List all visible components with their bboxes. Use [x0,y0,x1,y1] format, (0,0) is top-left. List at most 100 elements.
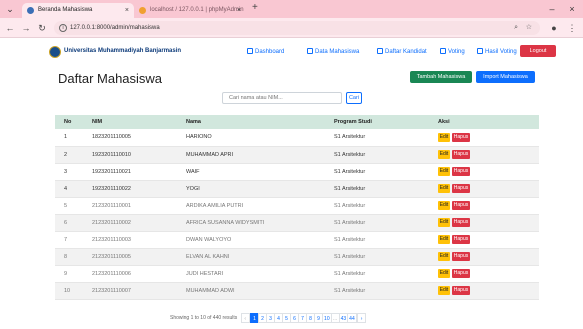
nav-link-hasil-voting[interactable]: Hasil Voting [477,48,517,55]
cell-no: 1 [55,129,83,147]
edit-button[interactable]: Edit [438,235,450,244]
cell-actions: Edit Hapus [429,129,539,147]
cell-nim: 2123201110005 [83,248,177,266]
minimize-icon[interactable]: – [546,3,558,15]
back-icon[interactable]: ← [4,22,16,34]
tab-close-icon[interactable]: × [237,3,241,18]
delete-button[interactable]: Hapus [452,269,470,278]
nav-link-voting[interactable]: Voting [440,48,465,55]
cell-nama: MUHAMMAD APRI [177,146,325,164]
edit-button[interactable]: Edit [438,184,450,193]
table-row: 3 1923201110021 WAIF S1 Arsitektur Edit Hapus [55,163,539,181]
close-window-icon[interactable]: × [566,3,578,15]
table-row: 1 1823201110005 HARIONO S1 Arsitektur Edit Ha… [55,129,539,147]
delete-button[interactable]: Hapus [452,150,470,159]
table-row: 8 2123201110005 ELVAN AL KAHNI S1 Arsitektu… [55,248,539,266]
cell-actions: Edit Hapus [429,180,539,198]
cell-prodi: S1 Arsitektur [325,248,429,266]
nav-link-data-mahasiswa[interactable]: Data Mahasiswa [307,48,359,55]
cell-prodi: S1 Arsitektur [325,214,429,232]
nav-link-daftar-kandidat[interactable]: Daftar Kandidat [377,48,427,55]
browser-tab-inactive[interactable]: localhost / 127.0.0.1 | phpMyAdmin × [134,3,246,18]
cell-no: 10 [55,282,83,300]
search-input[interactable] [222,92,342,104]
cell-no: 8 [55,248,83,266]
nav-link-dashboard[interactable]: Dashboard [247,48,284,55]
delete-button[interactable]: Hapus [452,252,470,261]
pagination-page[interactable]: 44 [347,313,357,323]
tab-search-icon[interactable]: ⌄ [4,3,16,15]
menu-kebab-icon[interactable]: ⋮ [566,22,578,34]
cell-actions: Edit Hapus [429,163,539,181]
cell-no: 4 [55,180,83,198]
site-info-icon[interactable]: i [59,24,67,32]
forward-icon[interactable]: → [20,22,32,34]
profile-icon[interactable]: ● [548,22,560,34]
delete-button[interactable]: Hapus [452,167,470,176]
chart-icon [477,48,483,54]
cell-nama: HARIONO [177,129,325,147]
delete-button[interactable]: Hapus [452,286,470,295]
bookmark-star-icon[interactable]: ☆ [526,21,532,35]
column-header-aksi: Aksi [429,115,539,129]
delete-button[interactable]: Hapus [452,184,470,193]
edit-button[interactable]: Edit [438,252,450,261]
cell-prodi: S1 Arsitektur [325,231,429,249]
favicon-icon [139,7,146,14]
cell-no: 5 [55,197,83,215]
tab-close-icon[interactable]: × [125,3,129,18]
cell-nama: MUHAMMAD ADWI [177,282,325,300]
tab-title: Beranda Mahasiswa [38,7,93,13]
table-row: 6 2123201110002 AFRICA SUSANNA WIDYSMITI S1… [55,214,539,232]
delete-button[interactable]: Hapus [452,218,470,227]
zoom-icon[interactable]: ⌕ [514,21,518,35]
logout-button[interactable]: Logout [520,45,556,57]
cell-prodi: S1 Arsitektur [325,146,429,164]
edit-button[interactable]: Edit [438,167,450,176]
url-text: 127.0.0.1:8000/admin/mahasiswa [70,25,160,31]
pagination-prev[interactable]: ‹ [240,313,250,323]
edit-button[interactable]: Edit [438,269,450,278]
import-student-button[interactable]: Import Mahasiswa [476,71,535,83]
cell-actions: Edit Hapus [429,282,539,300]
table-header-row: No NIM Nama Program Studi Aksi [55,115,539,129]
search-button[interactable]: Cari [346,92,362,104]
url-bar[interactable]: i 127.0.0.1:8000/admin/mahasiswa ⌕ ☆ [54,21,540,35]
university-logo-icon[interactable] [49,46,61,58]
browser-tab-bar: ⌄ Beranda Mahasiswa × localhost / 127.0.… [0,0,583,18]
cell-prodi: S1 Arsitektur [325,163,429,181]
pagination: Showing 1 to 10 of 440 results ‹ 1234567… [170,313,367,324]
cell-actions: Edit Hapus [429,248,539,266]
add-student-button[interactable]: Tambah Mahasiswa [410,71,472,83]
delete-button[interactable]: Hapus [452,132,470,142]
favicon-icon [27,7,34,14]
brand-name[interactable]: Universitas Muhammadiyah Banjarmasin [64,48,181,54]
delete-button[interactable]: Hapus [452,235,470,244]
cell-nim: 2123201110007 [83,282,177,300]
cell-no: 2 [55,146,83,164]
browser-tab-active[interactable]: Beranda Mahasiswa × [22,3,134,18]
page-title: Daftar Mahasiswa [58,71,163,86]
cell-nama: WAIF [177,163,325,181]
cell-nama: ELVAN AL KAHNI [177,248,325,266]
edit-button[interactable]: Edit [438,286,450,295]
new-tab-icon[interactable]: + [252,2,258,13]
pagination-next[interactable]: › [357,313,367,323]
edit-button[interactable]: Edit [438,150,450,159]
tab-title: localhost / 127.0.0.1 | phpMyAdmin [150,7,244,13]
cell-nim: 2123201110001 [83,197,177,215]
cell-nim: 1923201110021 [83,163,177,181]
edit-button[interactable]: Edit [438,218,450,227]
cell-no: 7 [55,231,83,249]
cell-nim: 2123201110003 [83,231,177,249]
reload-icon[interactable]: ↻ [36,22,48,34]
table-row: 10 2123201110007 MUHAMMAD ADWI S1 Arsitektu… [55,282,539,300]
cell-prodi: S1 Arsitektur [325,282,429,300]
cell-nim: 1923201110010 [83,146,177,164]
edit-button[interactable]: Edit [438,201,450,210]
delete-button[interactable]: Hapus [452,201,470,210]
cell-nama: YOGI [177,180,325,198]
edit-button[interactable]: Edit [438,132,450,142]
cell-no: 6 [55,214,83,232]
vote-icon [440,48,446,54]
